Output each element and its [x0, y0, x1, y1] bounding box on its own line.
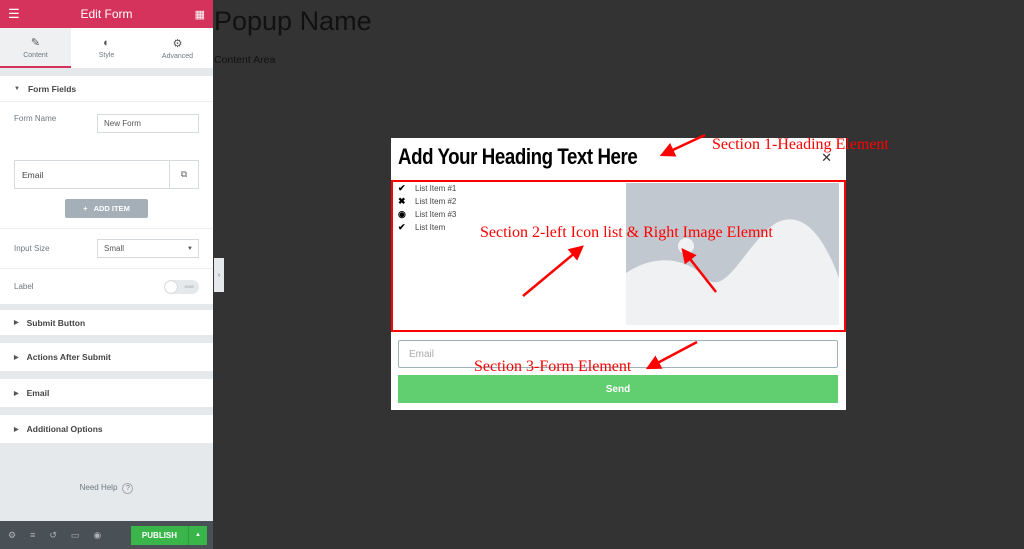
annotation-arrows — [522, 133, 717, 370]
arrow-section-3 — [645, 340, 698, 370]
arrow-image — [681, 248, 717, 293]
arrow-list — [522, 245, 584, 297]
arrow-section-1 — [659, 133, 706, 157]
